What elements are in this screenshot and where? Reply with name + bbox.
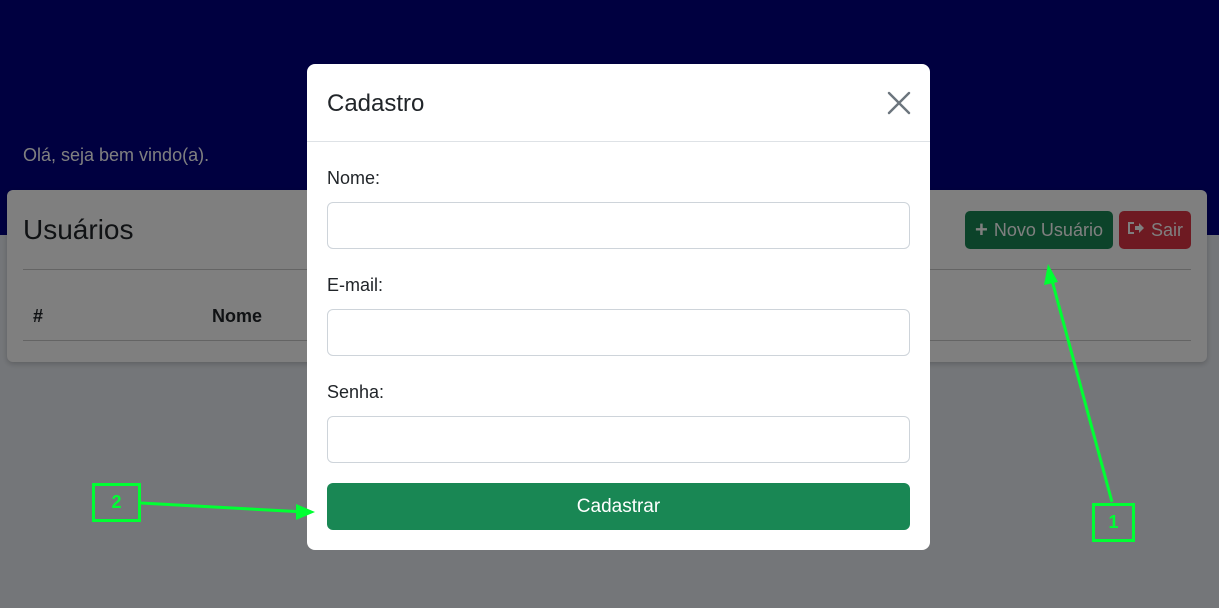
annotation-label-1: 1 bbox=[1092, 503, 1135, 542]
annotation-arrowhead-1 bbox=[1044, 264, 1058, 285]
annotation-label-2: 2 bbox=[92, 483, 141, 522]
annotation-arrow-1 bbox=[1048, 272, 1114, 503]
annotation-arrow-2 bbox=[140, 501, 306, 514]
annotation-arrows bbox=[140, 264, 1114, 520]
annotation-arrowhead-2 bbox=[296, 504, 315, 520]
